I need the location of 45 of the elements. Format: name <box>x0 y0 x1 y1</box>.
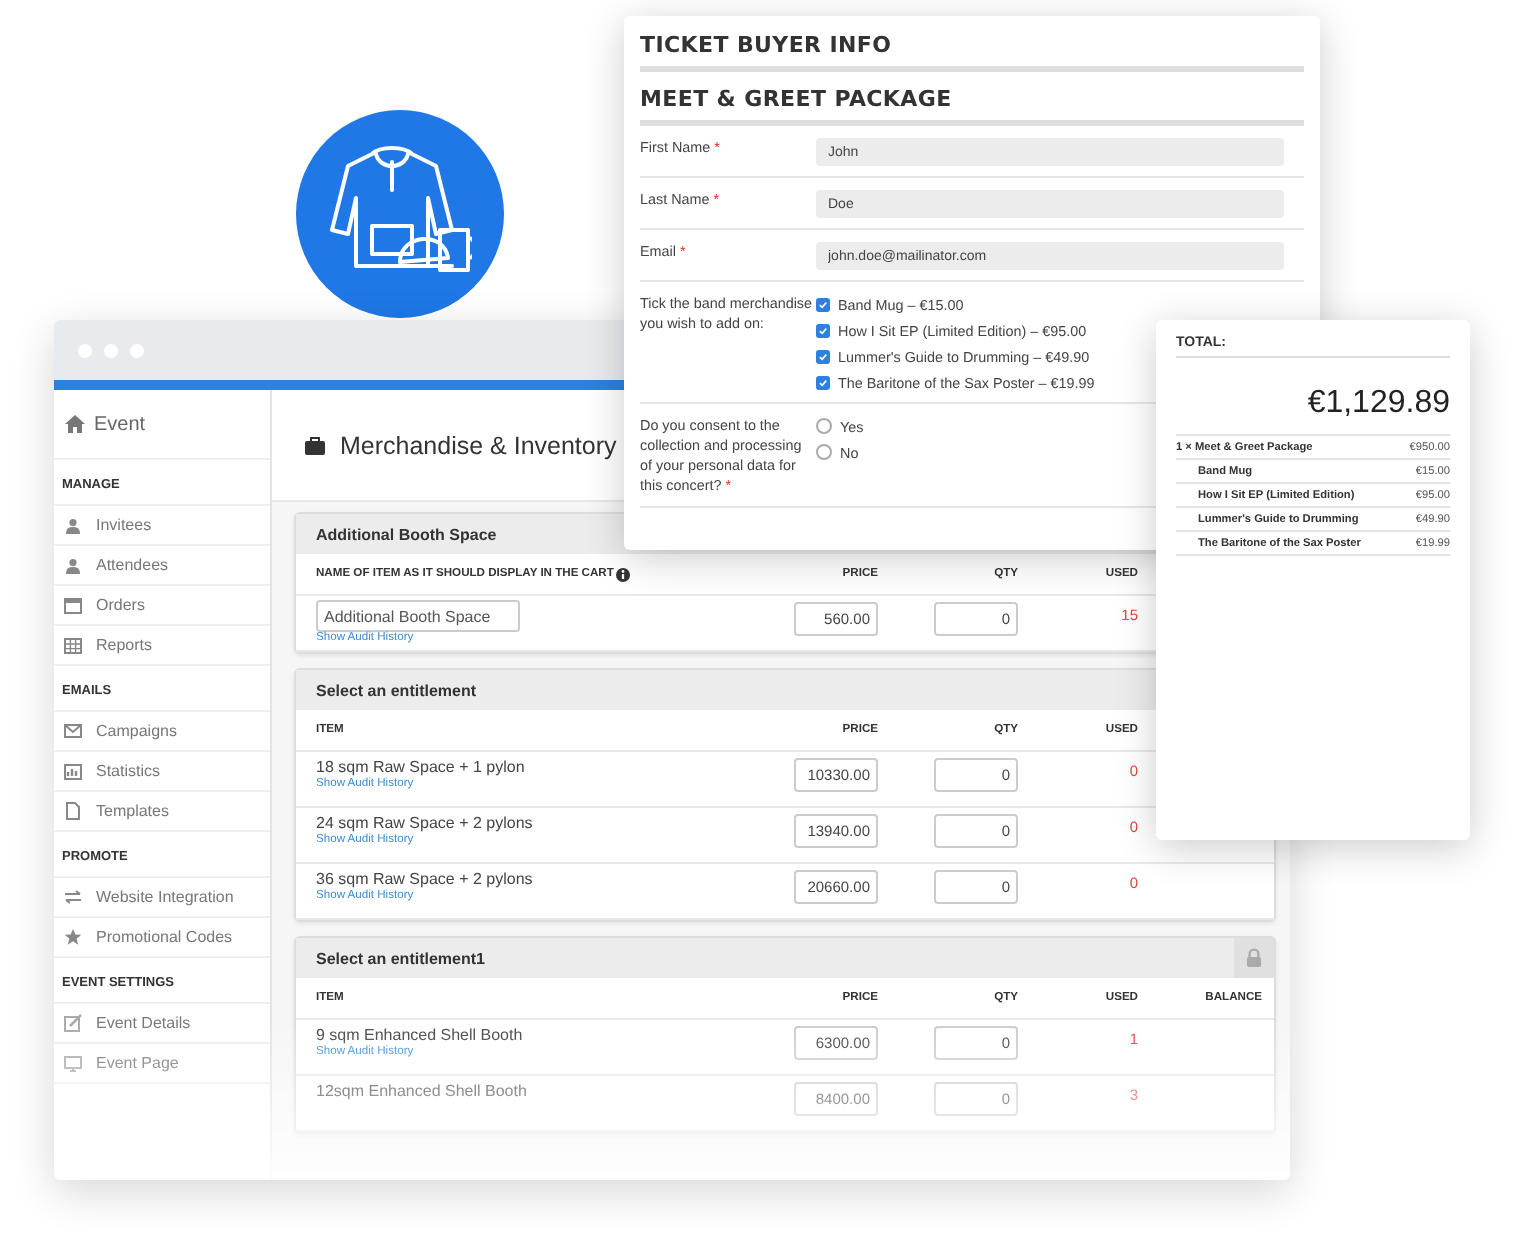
total-amount: €1,129.89 <box>1305 386 1450 422</box>
item-name: 9 sqm Enhanced Shell Booth <box>316 1026 523 1045</box>
envelope-icon <box>64 724 82 738</box>
panel-title: Additional Booth Space <box>316 525 497 543</box>
arrows-icon <box>64 890 82 904</box>
home-icon <box>64 414 86 434</box>
person-icon <box>64 517 82 533</box>
table-icon <box>64 637 82 653</box>
info-icon <box>615 567 630 581</box>
radio-button[interactable] <box>816 418 832 434</box>
checkbox[interactable] <box>816 349 830 363</box>
sidebar-item[interactable]: Invitees <box>54 506 270 546</box>
sidebar-title: Event <box>94 413 146 435</box>
sidebar-item[interactable]: Reports <box>54 626 270 666</box>
person-icon <box>64 557 82 573</box>
sidebar-item[interactable]: Campaigns <box>54 712 270 752</box>
item-name: 18 sqm Raw Space + 1 pylon <box>316 758 525 777</box>
lock-icon <box>1246 948 1262 968</box>
briefcase-icon <box>304 435 326 455</box>
radio-button[interactable] <box>816 444 832 460</box>
panel-title: Select an entitlement1 <box>316 949 485 967</box>
monitor-icon <box>64 1055 82 1071</box>
item-name: 12sqm Enhanced Shell Booth <box>316 1082 527 1102</box>
package-title: MEET & GREET PACKAGE <box>640 72 1304 126</box>
item-name: 36 sqm Raw Space + 2 pylons <box>316 870 533 889</box>
pencil-icon <box>64 1014 82 1032</box>
document-icon <box>64 802 82 820</box>
checkbox[interactable] <box>816 297 830 311</box>
checkbox[interactable] <box>816 375 830 389</box>
checkbox[interactable] <box>816 323 830 337</box>
sidebar-item[interactable]: Promotional Codes <box>54 918 270 958</box>
sidebar-item[interactable]: Statistics <box>54 752 270 792</box>
sidebar-item[interactable]: Attendees <box>54 546 270 586</box>
item-name-field[interactable]: Additional Booth Space <box>316 600 520 632</box>
sidebar-item[interactable]: Event Details <box>54 1004 270 1044</box>
panel-title: Select an entitlement <box>316 681 477 699</box>
chart-icon <box>64 763 82 779</box>
page-title: Merchandise & Inventory <box>340 431 617 459</box>
item-name: 24 sqm Raw Space + 2 pylons <box>316 814 533 833</box>
sidebar-item[interactable]: Templates <box>54 792 270 832</box>
sidebar-item[interactable]: Website Integration <box>54 878 270 918</box>
calendar-icon <box>64 597 82 613</box>
form-title: TICKET BUYER INFO <box>640 32 1304 72</box>
sidebar-item[interactable]: Orders <box>54 586 270 626</box>
star-icon <box>64 928 82 946</box>
